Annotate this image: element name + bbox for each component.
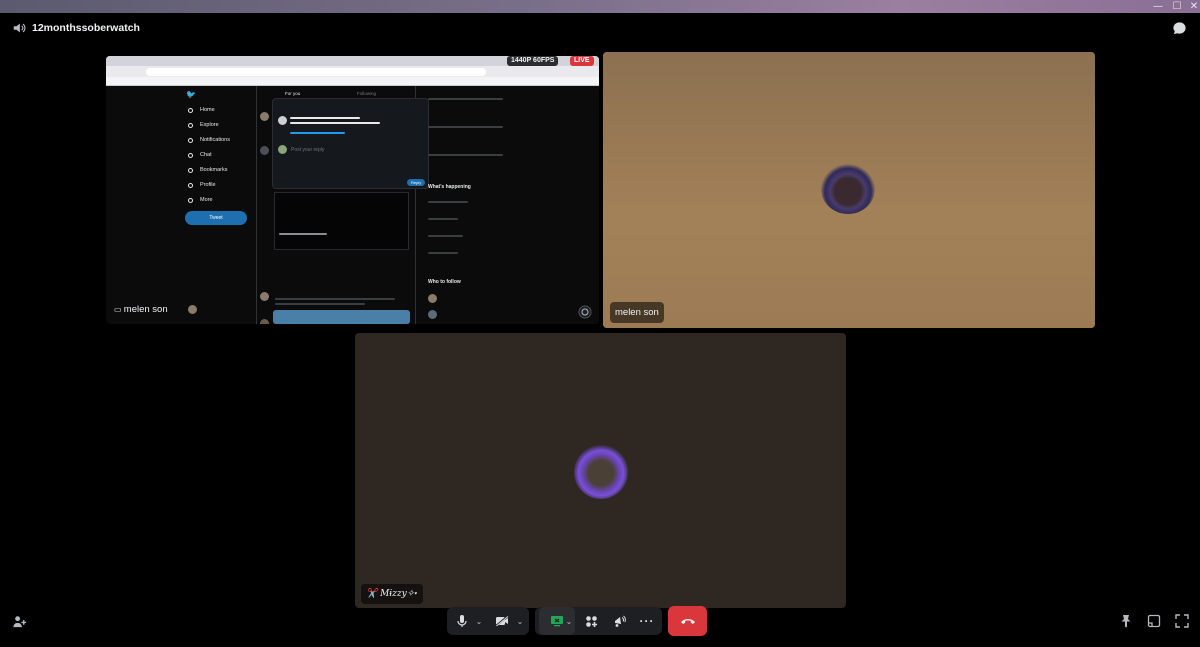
call-header <box>0 13 1200 45</box>
tweet-avatar <box>260 319 269 324</box>
minimize-button[interactable]: — <box>1150 0 1166 13</box>
stream-username: melen son <box>123 304 168 315</box>
trend-line <box>428 126 503 128</box>
video-progress <box>279 233 327 235</box>
reply-modal: Post your reply Reply <box>272 98 429 189</box>
profile-icon <box>188 183 193 188</box>
disconnect-icon <box>680 619 695 624</box>
microphone-icon[interactable] <box>452 607 472 635</box>
stream-quality-badge: 1440P 60FPS <box>507 56 559 66</box>
tweet-avatar <box>260 112 269 121</box>
twitter-account-avatar <box>188 305 197 314</box>
stream-tile[interactable]: 1440P 60FPS LIVE 🐦 Home Explore Notifica… <box>106 56 599 324</box>
window-titlebar <box>0 0 1200 13</box>
more-circle-icon <box>188 198 193 203</box>
participant-avatar <box>574 445 628 499</box>
suggested-user-avatar <box>428 310 437 319</box>
my-avatar <box>278 145 287 154</box>
suggested-user-avatar <box>428 294 437 303</box>
stream-username-label: ▭ melen son <box>114 304 168 315</box>
feed-tab-for-you: For you <box>285 91 301 96</box>
activities-icon[interactable] <box>581 607 601 635</box>
tweet-avatar <box>260 146 269 155</box>
participant-name: melen son <box>610 302 664 323</box>
reply-button: Reply <box>407 179 426 186</box>
media-preview <box>273 310 410 324</box>
stream-chat-icon[interactable] <box>578 305 592 319</box>
disconnect-button[interactable] <box>668 606 707 636</box>
trend-line <box>428 98 503 100</box>
nav-profile: Profile <box>200 182 216 188</box>
explore-icon <box>188 123 193 128</box>
camera-off-icon[interactable] <box>491 607 513 635</box>
close-window-button[interactable]: ✕ <box>1186 0 1200 13</box>
browser-bookmarks-bar <box>106 77 599 86</box>
reply-text-line <box>290 122 380 124</box>
trend-line <box>428 201 468 203</box>
trend-line <box>428 252 458 254</box>
screenshare-options-chevron-icon[interactable]: ⌄ <box>563 607 575 635</box>
mic-options-chevron-icon[interactable]: ⌄ <box>473 607 485 635</box>
notifications-icon <box>188 138 193 143</box>
soundboard-icon[interactable] <box>609 607 629 635</box>
reply-author-line <box>290 117 360 119</box>
tweet-text-line <box>275 298 395 300</box>
chat-icon <box>188 153 193 158</box>
maximize-button[interactable]: ☐ <box>1169 0 1185 13</box>
trend-line <box>428 218 458 220</box>
live-badge: LIVE <box>570 56 594 66</box>
participant-tile[interactable]: ✂️ Mɨzzy✧˖ <box>355 333 846 608</box>
nav-chat: Chat <box>200 152 212 158</box>
reply-author-avatar <box>278 116 287 125</box>
tweet-avatar <box>260 292 269 301</box>
whats-happening-title: What's happening <box>428 184 471 190</box>
speaker-icon <box>13 23 26 33</box>
chat-bubble-icon[interactable] <box>1172 21 1187 36</box>
who-to-follow-title: Who to follow <box>428 279 461 285</box>
nav-more: More <box>200 197 213 203</box>
nav-bookmarks: Bookmarks <box>200 167 228 173</box>
nav-explore: Explore <box>200 122 219 128</box>
pin-icon[interactable] <box>1118 613 1134 629</box>
more-icon[interactable]: ··· <box>637 607 657 635</box>
twitter-logo-icon: 🐦 <box>186 90 196 99</box>
tweet-button: Tweet <box>185 211 247 225</box>
trend-line <box>428 154 503 156</box>
channel-name: 12monthssoberwatch <box>32 22 140 34</box>
tweet-text-line <box>275 303 365 305</box>
nav-notifications: Notifications <box>200 137 230 143</box>
replying-to-line <box>290 132 345 134</box>
invite-icon[interactable] <box>11 613 27 629</box>
browser-url-bar <box>146 68 486 76</box>
screen-share-indicator-icon: ▭ <box>114 305 124 314</box>
home-icon <box>188 108 193 113</box>
twitter-sidebar: What's happening Who to follow <box>424 86 516 324</box>
participant-tile[interactable]: melen son <box>603 52 1095 328</box>
bookmark-icon <box>188 168 193 173</box>
fullscreen-icon[interactable] <box>1174 613 1190 629</box>
reply-input: Post your reply <box>291 147 325 153</box>
embedded-video <box>274 192 409 250</box>
trend-line <box>428 235 463 237</box>
participant-name: ✂️ Mɨzzy✧˖ <box>361 584 423 604</box>
participant-avatar <box>821 164 875 214</box>
feed-tab-following: Following <box>357 91 377 96</box>
nav-home: Home <box>200 107 215 113</box>
popout-icon[interactable] <box>1146 613 1162 629</box>
camera-options-chevron-icon[interactable]: ⌄ <box>514 607 526 635</box>
